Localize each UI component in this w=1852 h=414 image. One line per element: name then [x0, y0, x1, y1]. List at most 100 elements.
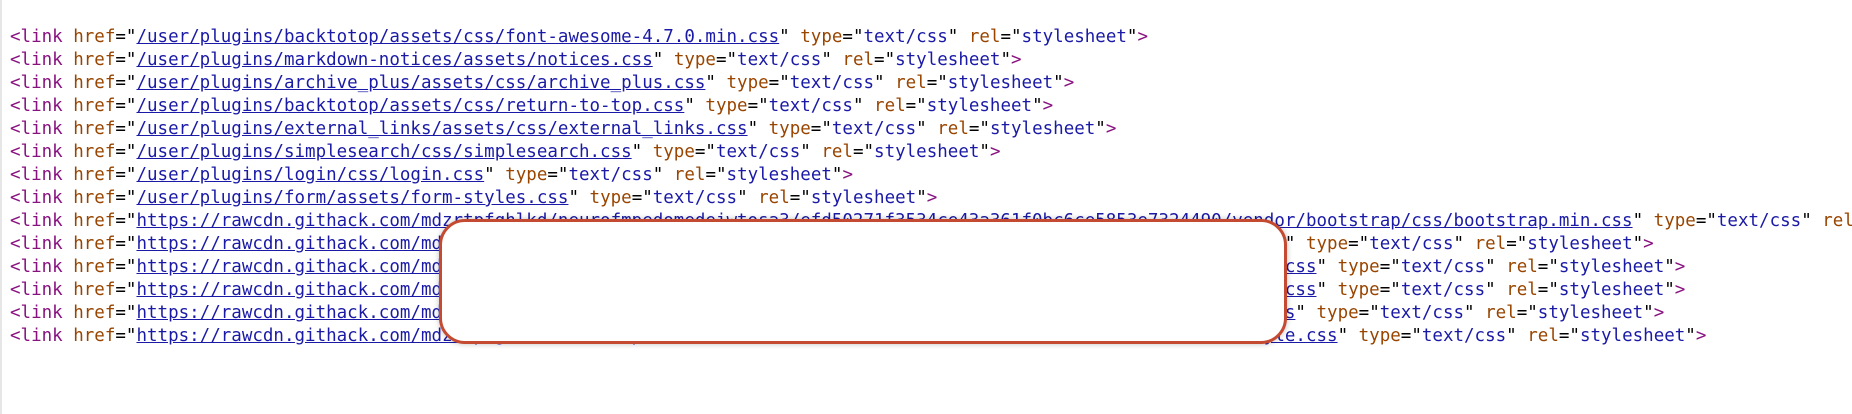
attr-value-href: /user/plugins/archive_plus/assets/css/ar…	[136, 73, 705, 93]
stylesheet-link[interactable]: /user/plugins/markdown-notices/assets/no…	[136, 50, 652, 70]
tag-close: >	[1653, 303, 1665, 323]
attr-name-href: href	[73, 96, 116, 116]
attr-name-href: href	[73, 142, 116, 162]
attr-name-type: type	[1337, 280, 1380, 300]
attr-value-rel: stylesheet	[1558, 280, 1665, 300]
attr-name-rel: rel	[968, 27, 1001, 47]
attr-name-type: type	[673, 50, 716, 70]
attr-name-rel: rel	[1485, 303, 1517, 323]
stylesheet-link[interactable]: /user/plugins/form/assets/form-styles.cs…	[136, 188, 568, 208]
stylesheet-link[interactable]: /user/plugins/simplesearch/css/simplesea…	[136, 142, 631, 162]
tag-close: >	[1674, 257, 1686, 277]
attr-name-href: href	[73, 234, 116, 254]
attr-value-type: text/css	[768, 96, 853, 116]
attr-value-type: text/css	[568, 165, 653, 185]
attr-name-rel: rel	[821, 142, 853, 162]
attr-name-type: type	[726, 73, 769, 93]
tag-close: >	[989, 142, 1001, 162]
view-source-pane: <link href="/user/plugins/backtotop/asse…	[0, 0, 1852, 414]
attr-name-href: href	[73, 119, 116, 139]
attr-value-type: text/css	[1421, 326, 1507, 346]
attr-value-href: /user/plugins/backtotop/assets/css/retur…	[136, 96, 684, 116]
attr-name-type: type	[1316, 303, 1359, 323]
attr-name-type: type	[768, 119, 811, 139]
attr-value-type: text/css	[863, 27, 948, 47]
attr-value-type: text/css	[715, 142, 801, 162]
source-line: <link href="/user/plugins/markdown-notic…	[10, 50, 1022, 70]
attr-value-href: /user/plugins/simplesearch/css/simplesea…	[136, 142, 631, 162]
attr-name-href: href	[73, 73, 116, 93]
attr-value-rel: stylesheet	[1558, 257, 1665, 277]
attr-value-type: text/css	[1400, 257, 1486, 277]
tag-open: <link	[10, 165, 63, 185]
tag-open: <link	[10, 280, 63, 300]
attr-value-rel: stylesheet	[810, 188, 917, 208]
source-line: <link href="/user/plugins/backtotop/asse…	[10, 96, 1054, 116]
attr-name-type: type	[505, 165, 548, 185]
attr-value-rel: stylesheet	[874, 142, 980, 162]
tag-open: <link	[10, 234, 63, 254]
attr-value-href: /user/plugins/form/assets/form-styles.cs…	[136, 188, 568, 208]
attr-value-type: text/css	[789, 73, 875, 93]
attr-name-rel: rel	[1506, 257, 1538, 277]
tag-close: >	[1137, 27, 1148, 47]
attr-value-type: text/css	[1400, 280, 1486, 300]
attr-name-rel: rel	[937, 119, 969, 139]
tag-open: <link	[10, 73, 63, 93]
tag-open: <link	[10, 27, 63, 47]
attr-name-href: href	[73, 326, 116, 346]
attr-name-rel: rel	[1506, 280, 1538, 300]
attr-name-type: type	[1653, 211, 1696, 231]
tag-open: <link	[10, 188, 63, 208]
attr-value-href: /user/plugins/login/css/login.css	[136, 165, 484, 185]
tag-close: >	[1695, 326, 1707, 346]
attr-name-rel: rel	[1474, 234, 1507, 254]
stylesheet-link[interactable]: /user/plugins/archive_plus/assets/css/ar…	[136, 73, 705, 93]
tag-close: >	[1063, 73, 1075, 93]
attr-name-type: type	[1305, 234, 1349, 254]
tag-open: <link	[10, 257, 63, 277]
stylesheet-link[interactable]: /user/plugins/backtotop/assets/css/font-…	[136, 27, 779, 47]
attr-name-type: type	[705, 96, 748, 116]
source-line: <link href="/user/plugins/archive_plus/a…	[10, 73, 1075, 93]
tag-close: >	[1643, 234, 1654, 254]
attr-value-rel: stylesheet	[1527, 234, 1633, 254]
tag-open: <link	[10, 303, 63, 323]
stylesheet-link[interactable]: /user/plugins/external_links/assets/css/…	[136, 119, 747, 139]
attr-name-rel: rel	[874, 96, 906, 116]
attr-name-href: href	[73, 165, 116, 185]
tag-close: >	[1042, 96, 1054, 116]
attr-value-rel: stylesheet	[1021, 27, 1127, 47]
attr-value-rel: stylesheet	[1537, 303, 1644, 323]
attr-name-rel: rel	[895, 73, 927, 93]
pane-left-edge	[0, 0, 2, 414]
source-line: <link href="/user/plugins/backtotop/asse…	[10, 27, 1148, 47]
stylesheet-link[interactable]: /user/plugins/login/css/login.css	[136, 165, 484, 185]
attr-value-type: text/css	[1716, 211, 1802, 231]
attr-name-href: href	[73, 188, 116, 208]
attr-value-rel: stylesheet	[989, 119, 1096, 139]
tag-open: <link	[10, 142, 63, 162]
attr-name-rel: rel	[1527, 326, 1559, 346]
attr-value-rel: stylesheet	[895, 50, 1001, 70]
attr-value-type: text/css	[1369, 234, 1454, 254]
attr-value-rel: stylesheet	[726, 165, 832, 185]
tag-open: <link	[10, 211, 63, 231]
attr-name-rel: rel	[1822, 211, 1852, 231]
attr-value-type: text/css	[831, 119, 917, 139]
attr-name-rel: rel	[758, 188, 790, 208]
attr-name-href: href	[73, 303, 116, 323]
attr-name-type: type	[1337, 257, 1380, 277]
attr-value-href: /user/plugins/markdown-notices/assets/no…	[136, 50, 652, 70]
attr-name-href: href	[73, 211, 116, 231]
source-line: <link href="/user/plugins/login/css/logi…	[10, 165, 853, 185]
attr-name-href: href	[73, 280, 116, 300]
redaction-overlay	[439, 219, 1287, 344]
attr-value-rel: stylesheet	[926, 96, 1033, 116]
attr-value-type: text/css	[737, 50, 822, 70]
tag-close: >	[1105, 119, 1117, 139]
tag-open: <link	[10, 50, 63, 70]
attr-value-type: text/css	[1379, 303, 1465, 323]
stylesheet-link[interactable]: /user/plugins/backtotop/assets/css/retur…	[136, 96, 684, 116]
attr-name-type: type	[800, 27, 843, 47]
